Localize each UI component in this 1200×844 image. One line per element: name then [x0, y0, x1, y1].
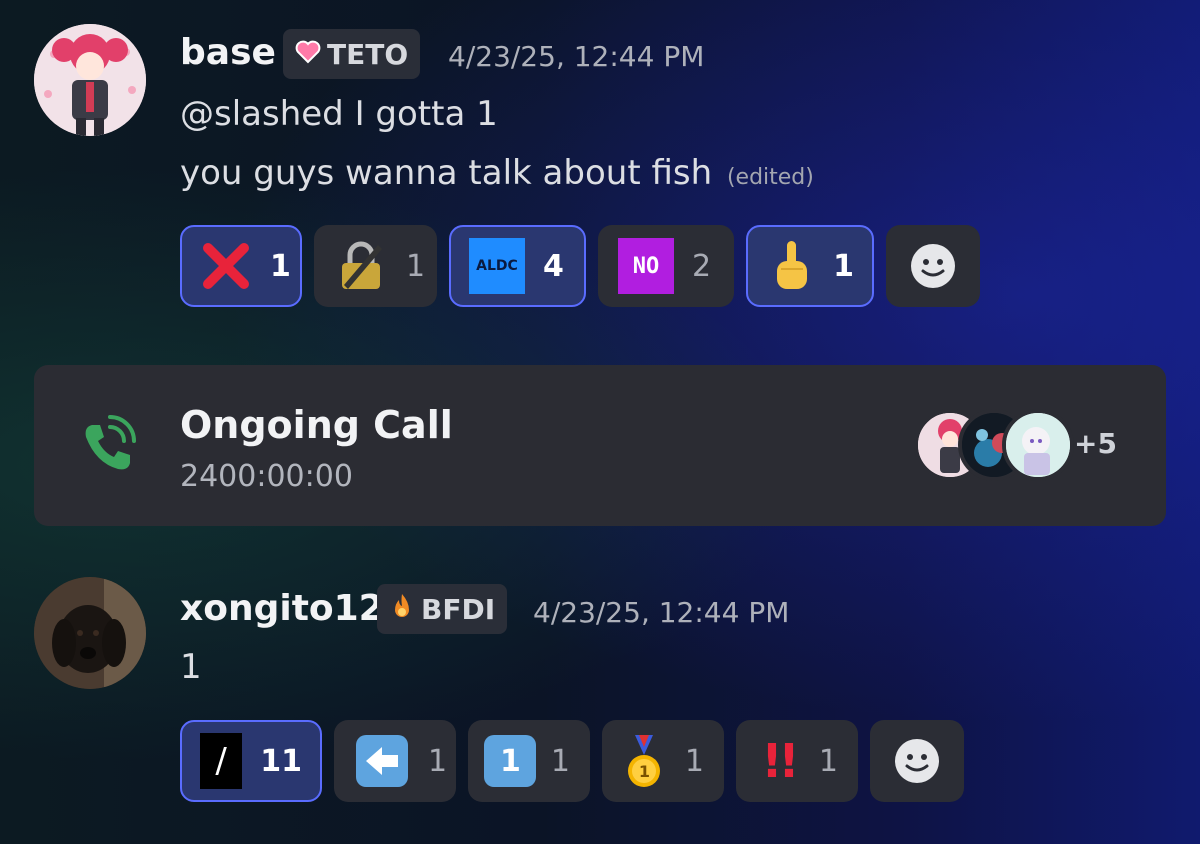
add-reaction-button[interactable] — [886, 225, 980, 307]
extra-participants-count[interactable]: +5 — [1074, 427, 1117, 460]
reaction-left-arrow[interactable]: 1 — [334, 720, 456, 802]
hand-gesture-icon — [766, 238, 815, 294]
timestamp: 4/23/25, 12:44 PM — [533, 596, 790, 629]
reaction-aldc[interactable]: ALDC 4 — [449, 225, 586, 307]
username[interactable]: xongito12 — [180, 588, 384, 629]
smiley-face-icon — [905, 238, 961, 294]
reaction-bar: 1 1 ALDC 4 NO 2 1 — [180, 225, 980, 307]
keycap-one-icon: 1 — [484, 733, 537, 789]
red-x-icon — [200, 238, 252, 294]
message-line: you guys wanna talk about fish (edited) — [180, 153, 814, 193]
slash-custom-emoji: / — [200, 733, 243, 789]
username[interactable]: base — [180, 32, 276, 73]
participant-avatar[interactable] — [1002, 409, 1074, 481]
reaction-count: 1 — [428, 743, 448, 779]
reaction-keycap-one[interactable]: 1 1 — [468, 720, 590, 802]
user-tag[interactable]: TETO — [283, 29, 421, 79]
add-reaction-button[interactable] — [870, 720, 964, 802]
reaction-count: 1 — [406, 248, 426, 284]
fire-icon — [389, 592, 415, 627]
tag-text: BFDI — [421, 592, 496, 626]
reaction-count: 4 — [543, 248, 564, 284]
tag-text: TETO — [327, 37, 409, 71]
user-tag[interactable]: BFDI — [377, 584, 508, 634]
reaction-slash[interactable]: / 11 — [180, 720, 322, 802]
reaction-count: 2 — [692, 248, 712, 284]
reaction-locked-pen[interactable]: 1 — [314, 225, 437, 307]
avatar[interactable] — [34, 24, 146, 136]
reaction-count: 11 — [260, 743, 302, 779]
avatar-teto-image — [34, 24, 146, 136]
reaction-count: 1 — [270, 248, 291, 284]
double-exclamation-icon: !! — [761, 734, 799, 788]
locked-pen-icon — [334, 238, 388, 294]
ongoing-call-card[interactable]: Ongoing Call 2400:00:00 +5 — [34, 365, 1166, 526]
reaction-count: 1 — [818, 743, 838, 779]
pink-heart-icon — [295, 38, 321, 71]
message-line: @slashed I gotta 1 — [180, 94, 498, 134]
avatar[interactable] — [34, 577, 146, 689]
reaction-first-place-medal[interactable]: 1 1 — [602, 720, 724, 802]
reaction-count: 1 — [833, 248, 854, 284]
left-arrow-icon — [354, 733, 410, 789]
call-duration: 2400:00:00 — [180, 459, 353, 494]
timestamp: 4/23/25, 12:44 PM — [448, 40, 705, 73]
reaction-bar: / 11 1 1 1 1 1 !! 1 — [180, 720, 964, 802]
reaction-no[interactable]: NO 2 — [598, 225, 734, 307]
no-custom-emoji: NO — [618, 238, 674, 294]
aldc-custom-emoji: ALDC — [469, 238, 525, 294]
reaction-double-exclamation[interactable]: !! 1 — [736, 720, 858, 802]
reaction-red-x[interactable]: 1 — [180, 225, 302, 307]
message-line: 1 — [180, 647, 202, 687]
reaction-hand[interactable]: 1 — [746, 225, 874, 307]
message-text: you guys wanna talk about fish — [180, 153, 713, 193]
first-place-medal-icon: 1 — [622, 733, 667, 789]
smiley-face-icon — [889, 733, 945, 789]
call-title: Ongoing Call — [180, 403, 453, 447]
reaction-count: 1 — [684, 743, 704, 779]
avatar-dog-image — [34, 577, 146, 689]
reaction-count: 1 — [550, 743, 570, 779]
phone-call-icon — [74, 413, 140, 479]
edited-label: (edited) — [726, 165, 814, 190]
